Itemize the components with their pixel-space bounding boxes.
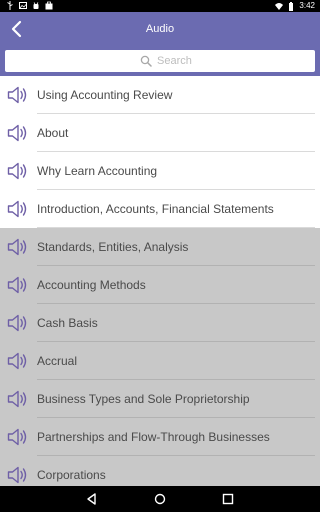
android-debug-icon: [33, 2, 39, 9]
speaker-icon: [7, 199, 29, 219]
speaker-icon: [7, 465, 29, 485]
image-icon: [19, 2, 27, 9]
list-item[interactable]: About: [0, 114, 320, 152]
list-item[interactable]: Partnerships and Flow-Through Businesses: [0, 418, 320, 456]
usb-icon: [7, 1, 13, 10]
list-item[interactable]: Accrual: [0, 342, 320, 380]
speaker-icon: [7, 237, 29, 257]
speaker-icon: [7, 427, 29, 447]
recents-square-icon[interactable]: [221, 492, 235, 506]
list-item-label: Business Types and Sole Proprietorship: [37, 392, 250, 406]
search-input[interactable]: [157, 53, 307, 69]
speaker-icon: [7, 389, 29, 409]
search-box[interactable]: [5, 50, 315, 72]
list-item[interactable]: Using Accounting Review: [0, 76, 320, 114]
system-nav-bar: [0, 486, 320, 512]
audio-list: Using Accounting Review About Why Learn Ac…: [0, 76, 320, 486]
wifi-icon: [275, 2, 284, 10]
list-item[interactable]: Standards, Entities, Analysis: [0, 228, 320, 266]
list-item[interactable]: Accounting Methods: [0, 266, 320, 304]
page-title: Audio: [145, 23, 175, 35]
back-triangle-icon[interactable]: [85, 492, 99, 506]
speaker-icon: [7, 161, 29, 181]
list-item[interactable]: Introduction, Accounts, Financial Statem…: [0, 190, 320, 228]
search-icon: [140, 55, 152, 67]
app-bar: Audio: [0, 12, 320, 46]
speaker-icon: [7, 313, 29, 333]
list-item-label: Why Learn Accounting: [37, 164, 158, 178]
list-item-label: About: [37, 126, 69, 140]
status-bar: 3:42: [0, 0, 320, 12]
shop-bag-icon: [45, 1, 53, 10]
status-notification-icons: [6, 1, 53, 10]
status-system-icons: 3:42: [275, 1, 315, 11]
speaker-icon: [7, 123, 29, 143]
search-bar: [0, 46, 320, 76]
list-item[interactable]: Corporations: [0, 456, 320, 486]
list-item-label: Introduction, Accounts, Financial Statem…: [37, 202, 274, 216]
list-item[interactable]: Why Learn Accounting: [0, 152, 320, 190]
list-item-label: Standards, Entities, Analysis: [37, 240, 189, 254]
status-time: 3:42: [299, 1, 315, 10]
speaker-icon: [7, 275, 29, 295]
list-item-label: Partnerships and Flow-Through Businesses: [37, 430, 270, 444]
speaker-icon: [7, 85, 29, 105]
list-item[interactable]: Business Types and Sole Proprietorship: [0, 380, 320, 418]
list-item-label: Accounting Methods: [37, 278, 146, 292]
speaker-icon: [7, 351, 29, 371]
list-item-label: Cash Basis: [37, 316, 98, 330]
list-item-label: Accrual: [37, 354, 78, 368]
list-item-label: Using Accounting Review: [37, 88, 173, 102]
list-item[interactable]: Cash Basis: [0, 304, 320, 342]
home-circle-icon[interactable]: [153, 492, 167, 506]
list-item-label: Corporations: [37, 468, 106, 482]
battery-icon: [289, 1, 294, 11]
